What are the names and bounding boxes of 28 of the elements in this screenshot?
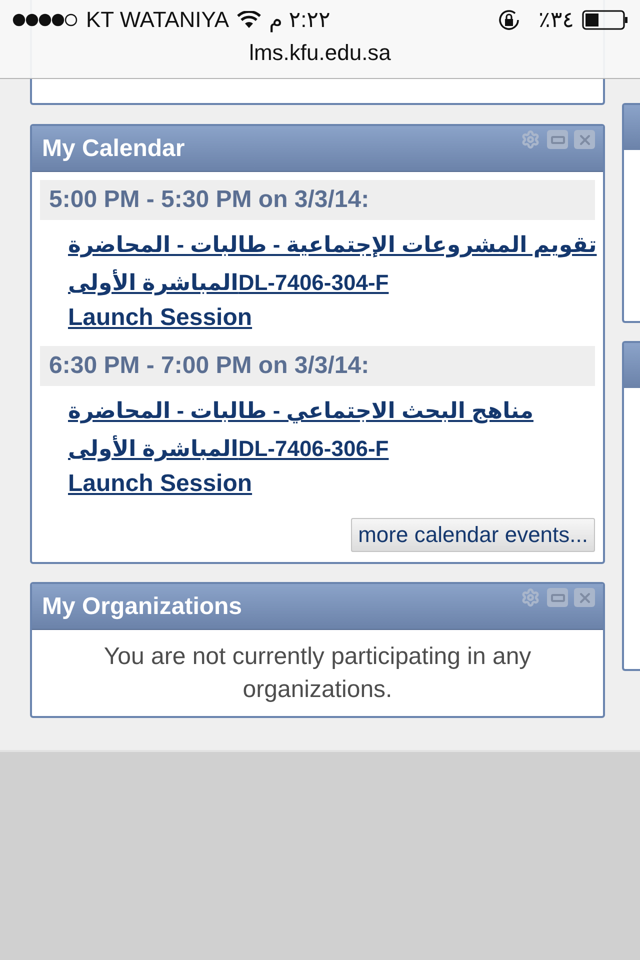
event-time: 6:30 PM - 7:00 PM on 3/3/14: <box>40 346 595 386</box>
minimize-button[interactable] <box>547 130 568 149</box>
rotation-lock-icon <box>496 8 521 32</box>
minimize-icon <box>550 594 564 602</box>
panel-title: My Calendar <box>42 134 185 162</box>
launch-session-link[interactable]: Launch Session <box>68 302 252 334</box>
panel-title: My Organizations <box>42 592 242 620</box>
course-link[interactable]: تقويم المشروعات الإجتماعية - طالبات - المحاضرة المباشرة الأولىDL-7406-304-F <box>68 226 603 302</box>
more-events-button[interactable]: more calendar events... <box>351 518 595 552</box>
close-button[interactable] <box>574 130 595 149</box>
url-text[interactable]: lms.kfu.edu.sa <box>0 40 640 66</box>
minimize-icon <box>550 136 564 144</box>
event-time: 5:00 PM - 5:30 PM on 3/3/14: <box>40 180 595 220</box>
close-button[interactable] <box>574 588 595 607</box>
carrier-name: KT WATANIYA <box>86 7 230 33</box>
minimize-button[interactable] <box>547 588 568 607</box>
clock: ٢:٢٢ م <box>269 7 330 33</box>
settings-button[interactable] <box>520 588 541 607</box>
wifi-icon <box>237 11 262 29</box>
settings-button[interactable] <box>520 130 541 149</box>
gear-icon <box>521 588 540 607</box>
gear-icon <box>521 130 540 149</box>
battery-icon <box>582 10 628 30</box>
empty-message: You are not currently participating in any organizations. <box>102 642 532 705</box>
signal-icon <box>12 13 78 27</box>
launch-session-link[interactable]: Launch Session <box>68 468 252 500</box>
course-link[interactable]: مناهج البحث الاجتماعي - طالبات - المحاضرة المباشرة الأولىDL-7406-306-F <box>68 392 603 468</box>
battery-percent: ٪٣٤ <box>538 7 574 33</box>
